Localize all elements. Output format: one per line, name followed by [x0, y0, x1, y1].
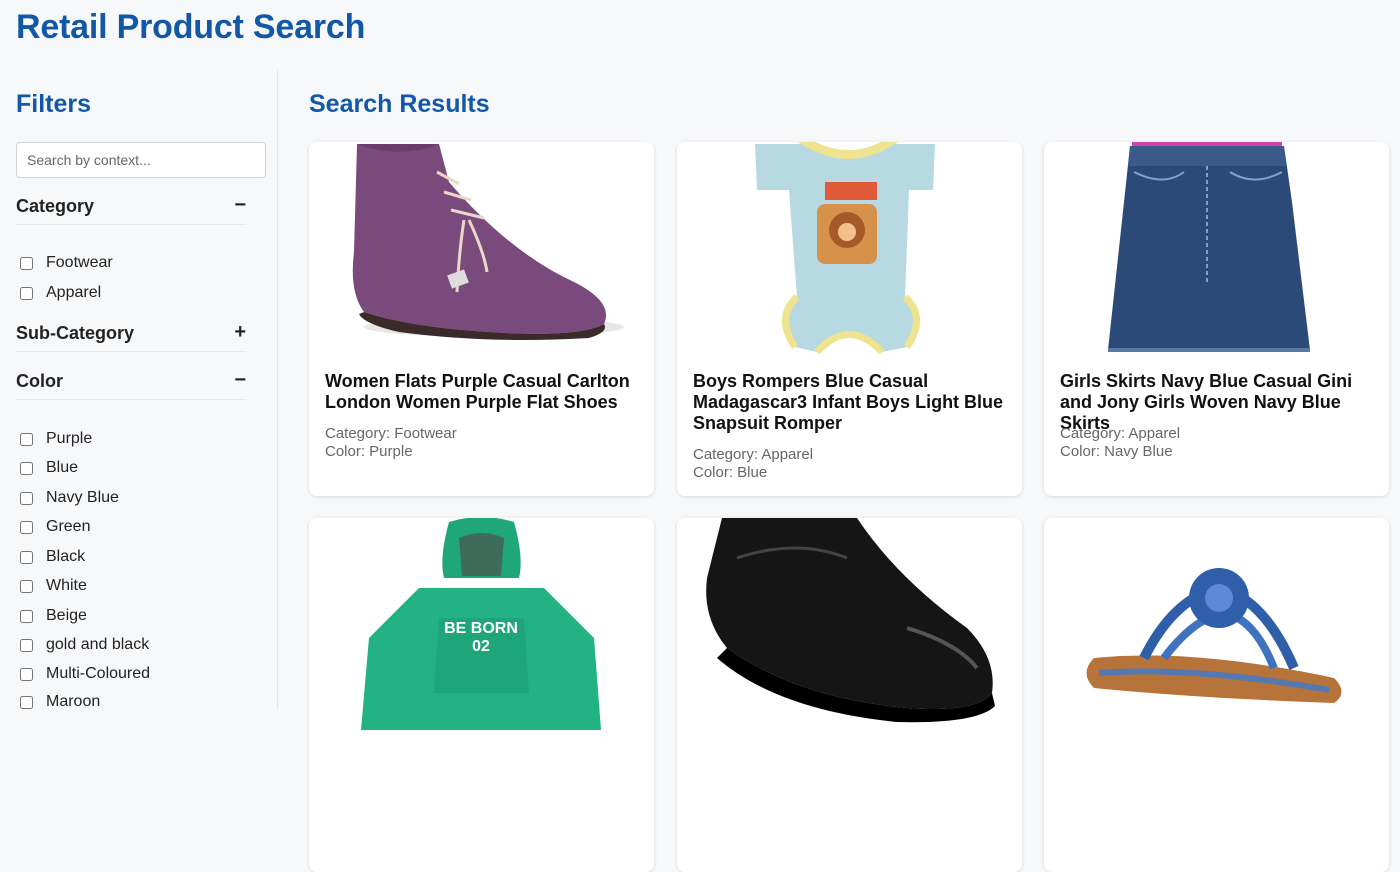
filter-option-blue[interactable]: Blue [20, 458, 78, 478]
filter-option-white[interactable]: White [20, 576, 87, 596]
product-card[interactable]: Boys Rompers Blue Casual Madagascar3 Inf… [677, 142, 1022, 496]
filters-sidebar: Filters Category − Footwear Apparel Sub-… [0, 70, 278, 710]
product-image-green-hoodie: BE BORN 02 [361, 518, 601, 730]
product-category: Category: Footwear [325, 425, 457, 442]
product-image-blue-sandal [1086, 568, 1342, 703]
filter-option-gold-and-black[interactable]: gold and black [20, 635, 149, 655]
filter-option-label: Purple [46, 430, 93, 447]
product-category: Category: Apparel [1060, 425, 1181, 442]
product-card[interactable] [1044, 518, 1389, 872]
product-card[interactable]: Girls Skirts Navy Blue Casual Gini and J… [1044, 142, 1389, 496]
filter-option-label: Maroon [46, 693, 101, 710]
product-image-purple-shoe [352, 144, 624, 340]
product-name: Boys Rompers Blue Casual Madagascar3 Inf… [693, 371, 1004, 433]
product-color: Color: Navy Blue [1060, 443, 1173, 460]
checkbox[interactable] [20, 695, 33, 709]
app-title: Retail Product Search [16, 8, 366, 46]
filter-option-footwear[interactable]: Footwear [20, 253, 113, 273]
checkbox[interactable] [20, 461, 33, 475]
expand-icon[interactable]: + [234, 321, 246, 344]
context-search-input[interactable] [16, 142, 266, 178]
filter-option-label: Multi-Coloured [46, 665, 151, 682]
checkbox[interactable] [20, 286, 33, 300]
filter-option-label: gold and black [46, 636, 150, 653]
filter-option-label: Beige [46, 607, 87, 624]
product-color: Color: Blue [693, 464, 768, 481]
checkbox[interactable] [20, 667, 33, 681]
filter-option-maroon[interactable]: Maroon [20, 692, 100, 712]
filter-option-multi-coloured[interactable]: Multi-Coloured [20, 664, 150, 684]
checkbox[interactable] [20, 432, 33, 446]
filter-option-label: Navy Blue [46, 489, 119, 506]
filter-option-label: Footwear [46, 254, 113, 271]
product-card[interactable] [677, 518, 1022, 872]
checkbox[interactable] [20, 579, 33, 593]
checkbox[interactable] [20, 609, 33, 623]
checkbox[interactable] [20, 491, 33, 505]
filter-option-green[interactable]: Green [20, 517, 90, 537]
product-card[interactable]: BE BORN 02 [309, 518, 654, 872]
checkbox[interactable] [20, 550, 33, 564]
collapse-icon[interactable]: − [234, 194, 246, 217]
checkbox[interactable] [20, 256, 33, 270]
product-color: Color: Purple [325, 443, 413, 460]
sub-category-section-header[interactable]: Sub-Category + [16, 321, 246, 352]
checkbox[interactable] [20, 638, 33, 652]
product-image-denim-skirt [1108, 142, 1310, 352]
filter-option-beige[interactable]: Beige [20, 606, 87, 626]
svg-text:02: 02 [472, 638, 490, 655]
filter-option-label: Black [46, 548, 86, 565]
svg-text:BE BORN: BE BORN [444, 620, 518, 637]
checkbox[interactable] [20, 520, 33, 534]
filter-option-black[interactable]: Black [20, 547, 85, 567]
filter-option-apparel[interactable]: Apparel [20, 283, 101, 303]
filter-option-label: White [46, 577, 87, 594]
product-card[interactable]: Women Flats Purple Casual Carlton London… [309, 142, 654, 496]
filters-title: Filters [16, 90, 92, 118]
filter-option-label: Green [46, 518, 91, 535]
results-title: Search Results [309, 90, 490, 118]
category-section-header[interactable]: Category − [16, 194, 246, 225]
filter-option-label: Apparel [46, 284, 102, 301]
filter-option-purple[interactable]: Purple [20, 429, 92, 449]
color-section-title: Color [16, 371, 63, 391]
product-image-romper [755, 142, 935, 354]
filter-option-label: Blue [46, 459, 79, 476]
collapse-icon[interactable]: − [234, 369, 246, 392]
category-section-title: Category [16, 196, 95, 216]
color-section-header[interactable]: Color − [16, 369, 246, 400]
product-name: Women Flats Purple Casual Carlton London… [325, 371, 630, 412]
sub-category-section-title: Sub-Category [16, 323, 135, 343]
filter-option-navy-blue[interactable]: Navy Blue [20, 488, 119, 508]
product-image-black-shoe [706, 518, 995, 723]
product-category: Category: Apparel [693, 446, 814, 463]
